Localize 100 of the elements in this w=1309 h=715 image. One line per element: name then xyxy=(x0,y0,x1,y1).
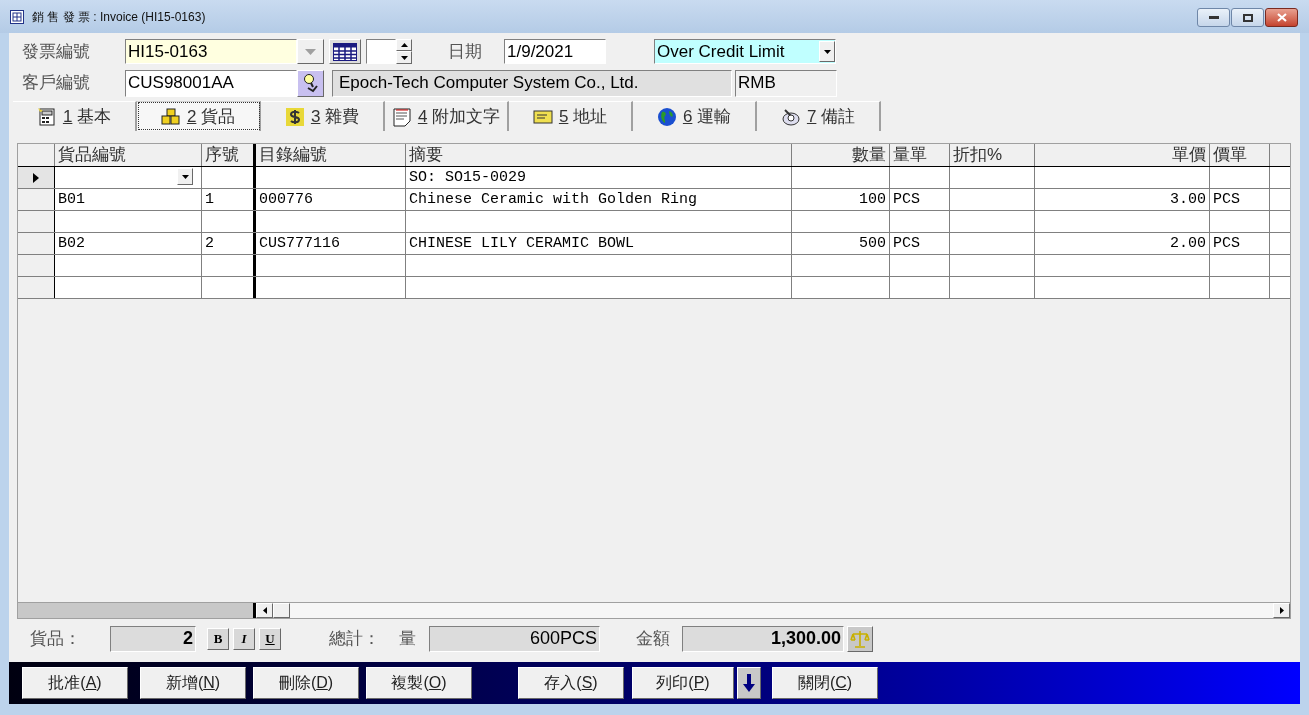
status-dropdown[interactable]: Over Credit Limit xyxy=(654,39,836,64)
tab[interactable]: 4 附加文字 xyxy=(385,101,509,131)
date-field[interactable]: 1/9/2021 xyxy=(504,39,606,64)
up-triangle-icon xyxy=(400,43,408,47)
maximize-button[interactable] xyxy=(1231,8,1264,27)
underline-button[interactable]: U xyxy=(259,627,281,650)
magnifier-arrow-icon xyxy=(302,73,319,93)
minimize-button[interactable] xyxy=(1197,8,1230,27)
tab[interactable]: 1 基本 xyxy=(13,101,137,131)
scroll-left-button[interactable] xyxy=(256,603,273,618)
items-count-label: 貨品： xyxy=(30,627,82,650)
window-app-icon xyxy=(10,9,24,24)
tab[interactable]: 6 運輸 xyxy=(633,101,757,131)
total-label: 總計： xyxy=(329,627,381,650)
column-header: 貨品編號 xyxy=(55,144,202,166)
items-count-field: 2 xyxy=(110,625,196,652)
table-cell: PCS xyxy=(1210,233,1270,254)
customer-name-field: Epoch-Tech Computer System Co., Ltd. xyxy=(332,69,732,97)
toolbar-button[interactable]: 關閉(C) xyxy=(772,667,878,699)
current-row-marker-icon xyxy=(33,172,39,183)
balance-button[interactable] xyxy=(847,625,873,652)
column-header: 單價 xyxy=(1035,144,1210,166)
note-icon xyxy=(391,106,412,127)
toolbar-button[interactable]: 批准(A) xyxy=(22,667,128,699)
scrollbar-thumb[interactable] xyxy=(273,603,290,618)
toolbar-button[interactable]: 複製(O) xyxy=(366,667,472,699)
table-cell: B02 xyxy=(55,233,202,254)
boxes-icon xyxy=(160,106,181,127)
table-cell: PCS xyxy=(1210,189,1270,210)
close-button[interactable] xyxy=(1265,8,1298,27)
amount-label: 金額 xyxy=(636,627,671,650)
table-cell: PCS xyxy=(890,189,950,210)
print-options-button[interactable] xyxy=(737,667,761,699)
column-header: 數量 xyxy=(792,144,890,166)
invoice-number-field[interactable]: HI15-0163 xyxy=(125,39,297,64)
toolbar-button[interactable]: 存入(S) xyxy=(518,667,624,699)
caret-icon xyxy=(181,174,189,179)
cell-dropdown-button[interactable] xyxy=(177,168,193,185)
toolbar-button[interactable]: 新增(N) xyxy=(140,667,246,699)
caret-icon xyxy=(305,48,316,55)
down-arrow-icon xyxy=(743,674,755,692)
table-cell xyxy=(1270,167,1290,188)
spin-down-button[interactable] xyxy=(396,51,412,64)
toolbar-button[interactable]: 列印(P) xyxy=(632,667,734,699)
calendar-button[interactable] xyxy=(329,39,361,64)
column-header: 目錄編號 xyxy=(256,144,406,166)
table-cell: 2.00 xyxy=(1035,233,1210,254)
row-header[interactable] xyxy=(18,167,55,188)
table-cell xyxy=(1270,189,1290,210)
tab[interactable]: 2 貨品 xyxy=(137,101,261,131)
calculator-icon xyxy=(36,106,57,127)
column-header: 價單 xyxy=(1210,144,1270,166)
customer-number-field[interactable]: CUS98001AA xyxy=(125,69,297,97)
table-cell xyxy=(1270,255,1290,276)
dropdown-arrow-button[interactable] xyxy=(297,39,324,64)
scroll-right-button[interactable] xyxy=(1273,603,1290,618)
tab[interactable]: 3 雜費 xyxy=(261,101,385,131)
table-cell xyxy=(202,255,256,276)
table-cell xyxy=(202,211,256,232)
left-triangle-icon xyxy=(262,607,267,614)
field-label: 發票編號 xyxy=(22,40,91,63)
column-header: 量單 xyxy=(890,144,950,166)
window-title: 銷 售 發 票 : Invoice (HI15-0163) xyxy=(32,8,206,26)
total-amount-field: 1,300.00 xyxy=(682,625,844,652)
right-triangle-icon xyxy=(1279,607,1284,614)
table-cell: SO: SO15-0029 xyxy=(406,167,792,188)
dollar-icon xyxy=(284,106,305,127)
tab[interactable]: 5 地址 xyxy=(509,101,633,131)
calendar-grid-icon xyxy=(333,42,357,61)
table-cell: 500 xyxy=(792,233,890,254)
globe-icon xyxy=(656,106,677,127)
caret-icon xyxy=(823,49,831,54)
table-cell: 3.00 xyxy=(1035,189,1210,210)
table-cell xyxy=(202,277,256,298)
table-cell: Chinese Ceramic with Golden Ring xyxy=(406,189,792,210)
toolbar-button[interactable]: 刪除(D) xyxy=(253,667,359,699)
table-cell: CHINESE LILY CERAMIC BOWL xyxy=(406,233,792,254)
currency-field: RMB xyxy=(735,69,837,97)
table-cell: PCS xyxy=(890,233,950,254)
table-cell: 100 xyxy=(792,189,890,210)
table-cell xyxy=(1270,233,1290,254)
italic-button[interactable]: I xyxy=(233,627,255,650)
balance-scale-icon xyxy=(850,629,870,648)
bold-button[interactable]: B xyxy=(207,627,229,650)
lookup-button[interactable] xyxy=(297,69,324,97)
down-triangle-icon xyxy=(400,55,408,60)
close-x-icon xyxy=(1276,13,1287,22)
table-cell xyxy=(1270,277,1290,298)
table-cell: 000776 xyxy=(256,189,406,210)
spin-up-button[interactable] xyxy=(396,39,412,51)
column-header: 折扣% xyxy=(950,144,1035,166)
column-header: 摘要 xyxy=(406,144,792,166)
number-spinner-field[interactable] xyxy=(366,39,396,64)
table-cell: 2 xyxy=(202,233,256,254)
table-cell: B01 xyxy=(55,189,202,210)
total-quantity-field: 600PCS xyxy=(429,625,600,652)
table-cell: 1 xyxy=(202,189,256,210)
quantity-label: 量 xyxy=(399,627,417,650)
table-cell: CUS777116 xyxy=(256,233,406,254)
tab[interactable]: 7 備註 xyxy=(757,101,881,131)
